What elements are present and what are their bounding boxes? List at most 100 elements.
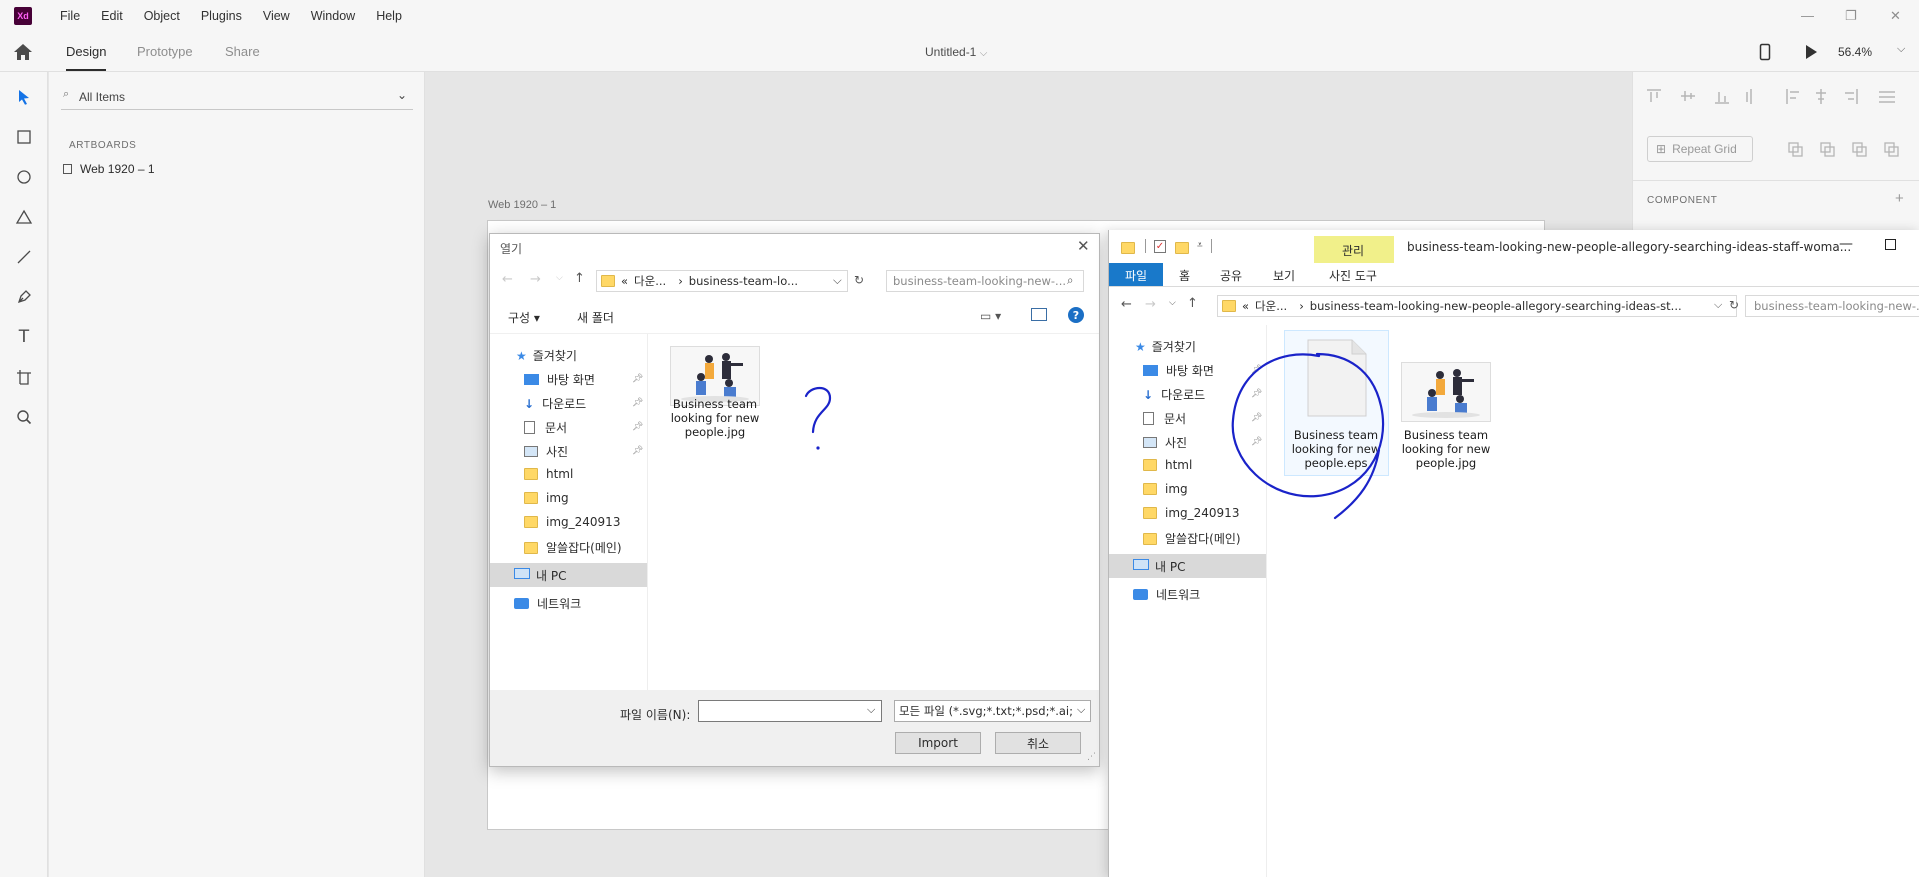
layers-search[interactable]: ⌕ All Items ⌄: [61, 84, 413, 110]
filetype-select[interactable]: 모든 파일 (*.svg;*.txt;*.psd;*.ai; ⌵: [894, 700, 1091, 722]
new-folder-icon[interactable]: [1175, 242, 1189, 254]
help-icon[interactable]: ?: [1068, 307, 1084, 323]
nav-network[interactable]: 네트워크: [514, 595, 581, 612]
maximize-icon[interactable]: [1885, 239, 1896, 250]
tab-share[interactable]: 공유: [1220, 267, 1242, 284]
zoom-chevron-icon[interactable]: ⌵: [1897, 43, 1905, 56]
view-options-icon[interactable]: ▭ ▾: [980, 309, 1001, 323]
dialog-address-bar[interactable]: « 다운... › business-team-lo... ⌵: [596, 270, 848, 292]
close-icon[interactable]: ✕: [1890, 8, 1901, 24]
nav-this-pc-selected[interactable]: 내 PC: [490, 563, 647, 587]
pen-tool-icon[interactable]: [13, 286, 35, 308]
address-dropdown-icon[interactable]: ⌵: [833, 273, 842, 288]
manage-context-tab[interactable]: 관리: [1314, 236, 1394, 263]
rectangle-tool-icon[interactable]: [13, 126, 35, 148]
ellipse-tool-icon[interactable]: [13, 166, 35, 188]
organize-button[interactable]: 구성 ▾: [508, 309, 540, 326]
pin-icon[interactable]: 📌︎: [632, 422, 643, 432]
text-tool-icon[interactable]: T: [13, 326, 35, 348]
address-segment-downloads[interactable]: 다운...: [1255, 298, 1287, 314]
properties-icon[interactable]: ✓: [1154, 240, 1166, 253]
minimize-icon[interactable]: —: [1839, 236, 1853, 252]
forward-arrow-icon[interactable]: →: [530, 272, 541, 287]
nav-documents[interactable]: 문서: [524, 419, 567, 436]
menu-window[interactable]: Window: [311, 9, 355, 23]
tab-prototype[interactable]: Prototype: [137, 44, 193, 59]
pin-icon[interactable]: 📌︎: [632, 398, 643, 408]
address-segment-folder[interactable]: business-team-lo...: [689, 274, 798, 288]
nav-favorites[interactable]: ★ 즐겨찾기: [1135, 338, 1196, 355]
nav-folder-html[interactable]: html: [524, 467, 573, 481]
address-segment-downloads[interactable]: 다운...: [634, 273, 666, 289]
menu-view[interactable]: View: [263, 9, 290, 23]
nav-documents[interactable]: 문서: [1143, 410, 1186, 427]
tab-view[interactable]: 보기: [1273, 267, 1295, 284]
artboard-label[interactable]: Web 1920 – 1: [488, 199, 556, 211]
restore-icon[interactable]: ❐: [1845, 8, 1857, 24]
up-arrow-icon[interactable]: ↑: [1187, 296, 1198, 311]
nav-downloads[interactable]: ↓ 다운로드: [1143, 386, 1205, 403]
mobile-preview-icon[interactable]: [1759, 43, 1771, 61]
dialog-search-input[interactable]: business-team-looking-new-... ⌕: [886, 270, 1084, 292]
select-tool-icon[interactable]: [13, 86, 35, 108]
recent-chevron-icon[interactable]: ⌵: [1169, 298, 1176, 308]
file-item-jpg[interactable]: [1401, 362, 1491, 422]
line-tool-icon[interactable]: [13, 246, 35, 268]
repeat-grid-button[interactable]: ⊞ Repeat Grid: [1647, 136, 1753, 162]
explorer-search-input[interactable]: business-team-looking-new-...: [1745, 295, 1919, 317]
menu-plugins[interactable]: Plugins: [201, 9, 242, 23]
polygon-tool-icon[interactable]: [13, 206, 35, 228]
menu-help[interactable]: Help: [376, 9, 402, 23]
filename-dropdown-icon[interactable]: ⌵: [867, 703, 875, 717]
menu-file[interactable]: File: [60, 9, 80, 23]
artboard-tool-icon[interactable]: [13, 366, 35, 388]
pin-icon[interactable]: 📌︎: [632, 374, 643, 384]
refresh-icon[interactable]: ↻: [854, 273, 864, 287]
preview-pane-icon[interactable]: [1031, 308, 1047, 321]
minimize-icon[interactable]: —: [1801, 8, 1814, 23]
dialog-close-icon[interactable]: ✕: [1077, 237, 1090, 255]
nav-desktop[interactable]: 바탕 화면: [1143, 362, 1214, 379]
refresh-icon[interactable]: ↻: [1729, 298, 1739, 312]
tab-picture-tools[interactable]: 사진 도구: [1329, 267, 1377, 284]
nav-favorites[interactable]: ★ 즐겨찾기: [516, 347, 577, 364]
add-component-icon[interactable]: +: [1895, 190, 1904, 207]
resize-grip-icon[interactable]: ⋰: [1087, 752, 1096, 762]
tab-home[interactable]: 홈: [1179, 267, 1190, 284]
menu-object[interactable]: Object: [144, 9, 180, 23]
filename-input[interactable]: ⌵: [698, 700, 882, 722]
nav-pictures[interactable]: 사진: [524, 443, 568, 460]
home-icon[interactable]: [12, 42, 34, 62]
zoom-tool-icon[interactable]: [13, 406, 35, 428]
recent-chevron-icon[interactable]: ⌵: [556, 273, 563, 283]
new-folder-button[interactable]: 새 폴더: [577, 309, 614, 326]
explorer-address-bar[interactable]: « 다운... › business-team-looking-new-peop…: [1217, 295, 1737, 317]
layer-item-artboard[interactable]: Web 1920 – 1: [63, 162, 155, 176]
file-caption[interactable]: Business team looking for new people.jpg: [658, 397, 772, 439]
filter-chevron-icon[interactable]: ⌄: [397, 88, 407, 102]
nav-folder-img[interactable]: img: [524, 491, 569, 505]
import-button[interactable]: Import: [895, 732, 981, 754]
tab-design[interactable]: Design: [66, 44, 106, 59]
nav-folder-html[interactable]: html: [1143, 458, 1192, 472]
nav-downloads[interactable]: ↓ 다운로드: [524, 395, 586, 412]
nav-this-pc-selected[interactable]: 내 PC: [1109, 554, 1266, 578]
document-title[interactable]: Untitled-1 ⌵: [925, 45, 987, 59]
nav-folder-img[interactable]: img: [1143, 482, 1188, 496]
back-arrow-icon[interactable]: ←: [502, 272, 513, 287]
pin-icon[interactable]: 📌︎: [632, 446, 643, 456]
quick-access-dropdown-icon[interactable]: ⩡: [1197, 240, 1203, 251]
up-arrow-icon[interactable]: ↑: [574, 271, 585, 286]
nav-desktop[interactable]: 바탕 화면: [524, 371, 595, 388]
zoom-level[interactable]: 56.4%: [1838, 45, 1872, 59]
nav-network[interactable]: 네트워크: [1133, 586, 1200, 603]
play-icon[interactable]: [1804, 44, 1818, 60]
nav-pictures[interactable]: 사진: [1143, 434, 1187, 451]
address-segment-folder[interactable]: business-team-looking-new-people-allegor…: [1310, 299, 1682, 313]
forward-arrow-icon[interactable]: →: [1145, 297, 1156, 312]
back-arrow-icon[interactable]: ←: [1121, 297, 1132, 312]
tab-share[interactable]: Share: [225, 44, 260, 59]
nav-folder-alssul[interactable]: 알쓸잡다(메인): [524, 539, 622, 556]
nav-folder-img-240913[interactable]: img_240913: [524, 515, 620, 529]
menu-edit[interactable]: Edit: [101, 9, 123, 23]
